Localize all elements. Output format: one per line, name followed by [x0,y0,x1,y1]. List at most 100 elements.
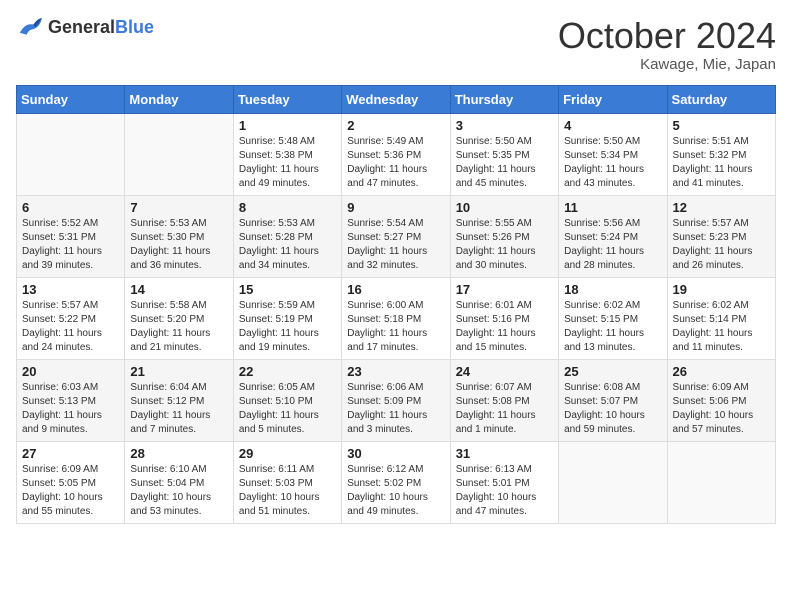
calendar-cell: 8 Sunrise: 5:53 AMSunset: 5:28 PMDaylight… [233,195,341,277]
calendar-cell: 31 Sunrise: 6:13 AMSunset: 5:01 PMDayligh… [450,441,558,523]
day-number: 23 [347,364,444,379]
day-info: Sunrise: 5:52 AMSunset: 5:31 PMDaylight:… [22,217,119,273]
day-number: 2 [347,118,444,133]
calendar-cell: 22Sunrise: 6:05 AMSunset: 5:10 PMDayligh… [233,359,341,441]
calendar-week-3: 13 Sunrise: 5:57 AMSunset: 5:22 PMDayligh… [17,277,776,359]
calendar-cell: 30 Sunrise: 6:12 AMSunset: 5:02 PMDayligh… [342,441,450,523]
day-number: 28 [130,446,227,461]
day-number: 22 [239,364,336,379]
calendar-cell: 26 Sunrise: 6:09 AMSunset: 5:06 PMDayligh… [667,359,775,441]
calendar-cell: 6 Sunrise: 5:52 AMSunset: 5:31 PMDaylight… [17,195,125,277]
logo-blue: Blue [115,17,154,37]
day-number: 5 [673,118,770,133]
day-number: 31 [456,446,553,461]
day-number: 7 [130,200,227,215]
logo-text: GeneralBlue [48,17,154,38]
calendar-cell: 7Sunrise: 5:53 AMSunset: 5:30 PMDaylight… [125,195,233,277]
weekday-header-wednesday: Wednesday [342,85,450,113]
day-number: 13 [22,282,119,297]
calendar-week-1: 1Sunrise: 5:48 AMSunset: 5:38 PMDaylight… [17,113,776,195]
day-number: 8 [239,200,336,215]
calendar-cell: 19 Sunrise: 6:02 AMSunset: 5:14 PMDayligh… [667,277,775,359]
location-subtitle: Kawage, Mie, Japan [558,56,776,73]
day-number: 6 [22,200,119,215]
weekday-header-sunday: Sunday [17,85,125,113]
calendar-cell: 16Sunrise: 6:00 AMSunset: 5:18 PMDayligh… [342,277,450,359]
day-info: Sunrise: 6:09 AMSunset: 5:06 PMDaylight:… [673,381,770,437]
calendar-cell: 20Sunrise: 6:03 AMSunset: 5:13 PMDayligh… [17,359,125,441]
weekday-header-row: SundayMondayTuesdayWednesdayThursdayFrid… [17,85,776,113]
month-year-title: October 2024 [558,16,776,56]
day-info: Sunrise: 6:09 AMSunset: 5:05 PMDaylight:… [22,463,119,519]
day-info: Sunrise: 5:58 AMSunset: 5:20 PMDaylight:… [130,299,227,355]
calendar-cell [667,441,775,523]
calendar-week-2: 6 Sunrise: 5:52 AMSunset: 5:31 PMDaylight… [17,195,776,277]
day-number: 20 [22,364,119,379]
calendar-cell: 1Sunrise: 5:48 AMSunset: 5:38 PMDaylight… [233,113,341,195]
day-number: 3 [456,118,553,133]
day-info: Sunrise: 5:53 AMSunset: 5:28 PMDaylight:… [239,217,336,273]
day-info: Sunrise: 6:08 AMSunset: 5:07 PMDaylight:… [564,381,661,437]
calendar-cell: 17 Sunrise: 6:01 AMSunset: 5:16 PMDayligh… [450,277,558,359]
calendar-cell: 5 Sunrise: 5:51 AMSunset: 5:32 PMDaylight… [667,113,775,195]
calendar-week-5: 27 Sunrise: 6:09 AMSunset: 5:05 PMDayligh… [17,441,776,523]
day-info: Sunrise: 6:10 AMSunset: 5:04 PMDaylight:… [130,463,227,519]
calendar-cell: 15Sunrise: 5:59 AMSunset: 5:19 PMDayligh… [233,277,341,359]
weekday-header-tuesday: Tuesday [233,85,341,113]
day-number: 9 [347,200,444,215]
logo-general: General [48,17,115,37]
calendar-cell: 13 Sunrise: 5:57 AMSunset: 5:22 PMDayligh… [17,277,125,359]
day-info: Sunrise: 6:00 AMSunset: 5:18 PMDaylight:… [347,299,444,355]
calendar-cell: 25Sunrise: 6:08 AMSunset: 5:07 PMDayligh… [559,359,667,441]
day-info: Sunrise: 5:57 AMSunset: 5:22 PMDaylight:… [22,299,119,355]
calendar-cell: 9 Sunrise: 5:54 AMSunset: 5:27 PMDaylight… [342,195,450,277]
day-number: 10 [456,200,553,215]
day-number: 19 [673,282,770,297]
day-number: 12 [673,200,770,215]
calendar-cell: 4 Sunrise: 5:50 AMSunset: 5:34 PMDaylight… [559,113,667,195]
day-number: 24 [456,364,553,379]
day-number: 18 [564,282,661,297]
logo-icon [16,16,44,38]
calendar-cell: 2 Sunrise: 5:49 AMSunset: 5:36 PMDaylight… [342,113,450,195]
day-number: 30 [347,446,444,461]
calendar-cell: 21Sunrise: 6:04 AMSunset: 5:12 PMDayligh… [125,359,233,441]
calendar-cell: 23 Sunrise: 6:06 AMSunset: 5:09 PMDayligh… [342,359,450,441]
day-info: Sunrise: 6:12 AMSunset: 5:02 PMDaylight:… [347,463,444,519]
day-info: Sunrise: 6:02 AMSunset: 5:14 PMDaylight:… [673,299,770,355]
calendar-cell [559,441,667,523]
day-info: Sunrise: 5:49 AMSunset: 5:36 PMDaylight:… [347,135,444,191]
day-info: Sunrise: 5:56 AMSunset: 5:24 PMDaylight:… [564,217,661,273]
day-info: Sunrise: 5:54 AMSunset: 5:27 PMDaylight:… [347,217,444,273]
day-number: 4 [564,118,661,133]
day-info: Sunrise: 5:51 AMSunset: 5:32 PMDaylight:… [673,135,770,191]
day-info: Sunrise: 5:48 AMSunset: 5:38 PMDaylight:… [239,135,336,191]
calendar-week-4: 20Sunrise: 6:03 AMSunset: 5:13 PMDayligh… [17,359,776,441]
day-number: 26 [673,364,770,379]
weekday-header-friday: Friday [559,85,667,113]
day-number: 14 [130,282,227,297]
calendar-table: SundayMondayTuesdayWednesdayThursdayFrid… [16,85,776,524]
day-info: Sunrise: 6:02 AMSunset: 5:15 PMDaylight:… [564,299,661,355]
calendar-cell: 18 Sunrise: 6:02 AMSunset: 5:15 PMDayligh… [559,277,667,359]
day-info: Sunrise: 5:57 AMSunset: 5:23 PMDaylight:… [673,217,770,273]
day-number: 29 [239,446,336,461]
calendar-cell: 29Sunrise: 6:11 AMSunset: 5:03 PMDayligh… [233,441,341,523]
calendar-cell: 27 Sunrise: 6:09 AMSunset: 5:05 PMDayligh… [17,441,125,523]
day-number: 17 [456,282,553,297]
day-info: Sunrise: 5:50 AMSunset: 5:34 PMDaylight:… [564,135,661,191]
weekday-header-monday: Monday [125,85,233,113]
day-info: Sunrise: 6:06 AMSunset: 5:09 PMDaylight:… [347,381,444,437]
day-number: 15 [239,282,336,297]
day-info: Sunrise: 6:01 AMSunset: 5:16 PMDaylight:… [456,299,553,355]
calendar-cell: 3Sunrise: 5:50 AMSunset: 5:35 PMDaylight… [450,113,558,195]
day-number: 27 [22,446,119,461]
calendar-cell [17,113,125,195]
weekday-header-thursday: Thursday [450,85,558,113]
calendar-cell: 11Sunrise: 5:56 AMSunset: 5:24 PMDayligh… [559,195,667,277]
calendar-cell [125,113,233,195]
day-info: Sunrise: 6:04 AMSunset: 5:12 PMDaylight:… [130,381,227,437]
day-info: Sunrise: 6:07 AMSunset: 5:08 PMDaylight:… [456,381,553,437]
day-info: Sunrise: 6:13 AMSunset: 5:01 PMDaylight:… [456,463,553,519]
day-info: Sunrise: 5:55 AMSunset: 5:26 PMDaylight:… [456,217,553,273]
